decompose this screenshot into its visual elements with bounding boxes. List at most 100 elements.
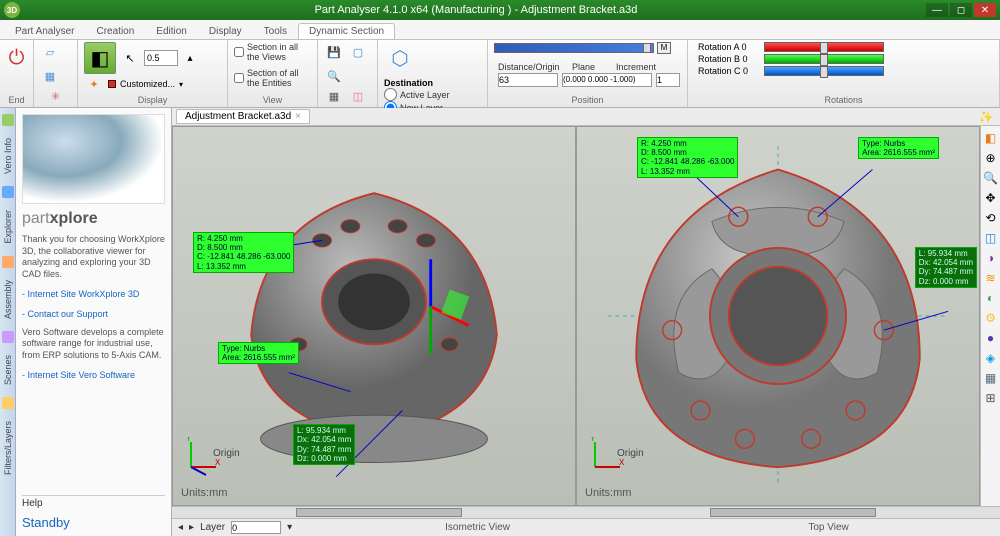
view-isometric[interactable]: R: 4.250 mmD: 8.500 mmC: -12.841 48.286 … — [172, 126, 576, 506]
section-all-entities-check[interactable]: Section of all the Entities — [234, 68, 311, 88]
tab-edition[interactable]: Edition — [145, 23, 198, 39]
tool-palette-icon[interactable]: ◑ — [983, 250, 999, 266]
view-layers-icon[interactable]: ◫ — [348, 86, 368, 106]
app-logo: 3D — [4, 2, 20, 18]
close-button[interactable]: ✕ — [974, 3, 996, 17]
horizontal-scrollbar[interactable] — [172, 506, 1000, 518]
plane-input[interactable] — [562, 73, 652, 87]
vtab-assembly[interactable]: Assembly — [3, 276, 13, 323]
work-area: Adjustment Bracket.a3d × ✨ — [172, 108, 1000, 536]
link-vero-site[interactable]: - Internet Site Vero Software — [22, 370, 165, 380]
callout-length-left: L: 95.934 mmDx: 42.054 mmDy: 74.487 mmDz… — [293, 424, 355, 465]
color-swatch[interactable] — [108, 80, 116, 88]
tool-pan-icon[interactable]: ✥ — [983, 190, 999, 206]
left-vertical-tabs: Vero Info Explorer Assembly Scenes Filte… — [0, 108, 16, 536]
sb-dropdown-icon[interactable]: ▾ — [287, 522, 292, 533]
tool-grid-icon[interactable]: ▦ — [983, 370, 999, 386]
wizard-icon[interactable]: ✨ — [978, 109, 994, 125]
close-tab-icon[interactable]: × — [295, 111, 301, 122]
display-preview-icon[interactable]: ◧ — [84, 42, 116, 74]
callout-length-right: L: 95.934 mmDx: 42.054 mmDy: 74.487 mmDz… — [915, 247, 977, 288]
help-label[interactable]: Help — [22, 495, 165, 509]
rotation-b-slider[interactable] — [764, 54, 884, 64]
document-tab-label: Adjustment Bracket.a3d — [185, 111, 291, 122]
assembly-icon[interactable] — [2, 256, 14, 268]
status-standby: Standby — [22, 515, 165, 530]
stepper-up-icon[interactable]: ▴ — [182, 50, 198, 66]
vero-info-icon[interactable] — [2, 114, 14, 126]
vero-text: Vero Software develops a complete softwa… — [22, 327, 165, 362]
tool-sphere-icon[interactable]: ● — [983, 330, 999, 346]
tool-view-icon[interactable]: ◈ — [983, 350, 999, 366]
type-box-icon[interactable]: ▦ — [40, 66, 60, 86]
layer-label: Layer — [200, 522, 225, 533]
vtab-explorer[interactable]: Explorer — [3, 206, 13, 248]
dist-origin-input[interactable] — [498, 73, 558, 87]
tab-dynamic-section[interactable]: Dynamic Section — [298, 23, 395, 39]
tool-zoom-icon[interactable]: 🔍 — [983, 170, 999, 186]
tool-layers-icon[interactable]: ≋ — [983, 270, 999, 286]
rotation-c-slider[interactable] — [764, 66, 884, 76]
scenes-icon[interactable] — [2, 331, 14, 343]
brand-text: partxplore — [22, 210, 165, 228]
origin-label-left: Origin — [213, 448, 240, 459]
sb-chevron-right-icon[interactable]: ▸ — [189, 522, 194, 533]
link-workxplore-site[interactable]: - Internet Site WorkXplore 3D — [22, 289, 165, 299]
view-snap-icon[interactable]: ▢ — [348, 42, 368, 62]
minimize-button[interactable]: — — [926, 3, 948, 17]
tool-rotate-icon[interactable]: ⟲ — [983, 210, 999, 226]
tool-gear-icon[interactable]: ⚙ — [983, 310, 999, 326]
active-layer-radio[interactable]: Active Layer — [384, 88, 450, 101]
cursor-icon[interactable]: ↖ — [120, 48, 140, 68]
layer-input[interactable] — [231, 521, 281, 534]
tool-apps-icon[interactable]: ⊞ — [983, 390, 999, 406]
increment-input[interactable] — [656, 73, 680, 87]
right-toolbar: ◧ ⊕ 🔍 ✥ ⟲ ◫ ◑ ≋ ◐ ⚙ ● ◈ ▦ ⊞ — [980, 126, 1000, 506]
customized-dropdown[interactable]: Customized... — [120, 79, 175, 89]
view-top[interactable]: R: 4.250 mmD: 8.500 mmC: -12.841 48.286 … — [576, 126, 980, 506]
type-plane-icon[interactable]: ▱ — [40, 42, 60, 62]
vtab-vero-info[interactable]: Vero Info — [3, 134, 13, 178]
section-all-views-check[interactable]: Section in all the Views — [234, 42, 311, 62]
creation-wire-icon[interactable]: ⬡ — [384, 42, 416, 74]
tool-box-icon[interactable]: ◫ — [983, 230, 999, 246]
tab-part-analyser[interactable]: Part Analyser — [4, 23, 85, 39]
document-tab[interactable]: Adjustment Bracket.a3d × — [176, 109, 310, 124]
dropdown-chevron-icon[interactable]: ▾ — [179, 80, 183, 89]
sb-chevron-left-icon[interactable]: ◂ — [178, 522, 183, 533]
view-grid-icon[interactable]: ▦ — [324, 86, 344, 106]
svg-text:X: X — [619, 458, 625, 467]
end-button[interactable]: ⏻ — [1, 42, 33, 74]
vtab-filters[interactable]: Filters/Layers — [3, 417, 13, 479]
position-m-button[interactable]: M — [657, 42, 671, 54]
link-support[interactable]: - Contact our Support — [22, 309, 165, 319]
axis-icon[interactable]: ✦ — [84, 74, 104, 94]
tab-display[interactable]: Display — [198, 23, 253, 39]
destination-label: Destination — [384, 78, 450, 88]
tab-tools[interactable]: Tools — [253, 23, 298, 39]
side-panel: partxplore Thank you for choosing WorkXp… — [16, 108, 172, 536]
maximize-button[interactable]: ◻ — [950, 3, 972, 17]
position-slider[interactable] — [494, 43, 654, 53]
tool-cube-icon[interactable]: ◧ — [983, 130, 999, 146]
tool-zoom-fit-icon[interactable]: ⊕ — [983, 150, 999, 166]
display-value-input[interactable] — [144, 50, 178, 66]
titlebar: 3D Part Analyser 4.1.0 x64 (Manufacturin… — [0, 0, 1000, 20]
explorer-icon[interactable] — [2, 186, 14, 198]
view-zoom-icon[interactable]: 🔍 — [324, 66, 344, 86]
tab-creation[interactable]: Creation — [85, 23, 145, 39]
view-save-icon[interactable]: 💾 — [324, 42, 344, 62]
tool-shade-icon[interactable]: ◐ — [983, 290, 999, 306]
main-area: Vero Info Explorer Assembly Scenes Filte… — [0, 108, 1000, 536]
filters-icon[interactable] — [2, 397, 14, 409]
group-label-end: End — [8, 95, 24, 105]
svg-text:Y: Y — [186, 437, 192, 443]
svg-text:X: X — [215, 458, 221, 467]
document-tabbar: Adjustment Bracket.a3d × ✨ — [172, 108, 1000, 126]
views-container: R: 4.250 mmD: 8.500 mmC: -12.841 48.286 … — [172, 126, 1000, 506]
vtab-scenes[interactable]: Scenes — [3, 351, 13, 389]
origin-label-right: Origin — [617, 448, 644, 459]
type-axes-icon[interactable]: ✳ — [46, 86, 66, 106]
rotation-a-slider[interactable] — [764, 42, 884, 52]
callout-nurbs-right: Type: NurbsArea: 2616.555 mm² — [858, 137, 939, 159]
